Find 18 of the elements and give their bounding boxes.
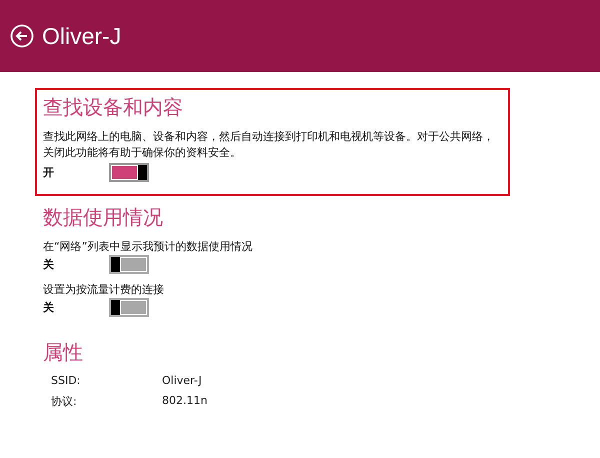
toggle-state-label: 开 — [43, 164, 55, 180]
property-name: SSID: — [51, 374, 82, 387]
toggle-switch[interactable] — [109, 162, 149, 182]
section-description: 查找此网络上的电脑、设备和内容，然后自动连接到打印机和电视机等设备。对于公共网络，关闭此功能将有助于确保你的资料安全。 — [43, 129, 495, 161]
property-name: 协议: — [51, 394, 78, 409]
setting-label: 设置为按流量计费的连接 — [43, 282, 165, 297]
property-value: Oliver-J — [162, 374, 202, 387]
setting-label: 在“网络”列表中显示我预计的数据使用情况 — [43, 239, 254, 254]
page-title: Oliver-J — [42, 22, 122, 50]
back-icon[interactable] — [10, 24, 34, 48]
property-value: 802.11n — [162, 394, 208, 409]
toggle-state-label: 关 — [43, 300, 55, 314]
section-title: 属性 — [43, 339, 84, 366]
section-title: 数据使用情况 — [43, 204, 164, 231]
toggle-state-label: 关 — [43, 256, 55, 272]
toggle-switch[interactable] — [109, 298, 149, 316]
toggle-switch[interactable] — [109, 254, 149, 274]
section-title: 查找设备和内容 — [43, 94, 184, 121]
